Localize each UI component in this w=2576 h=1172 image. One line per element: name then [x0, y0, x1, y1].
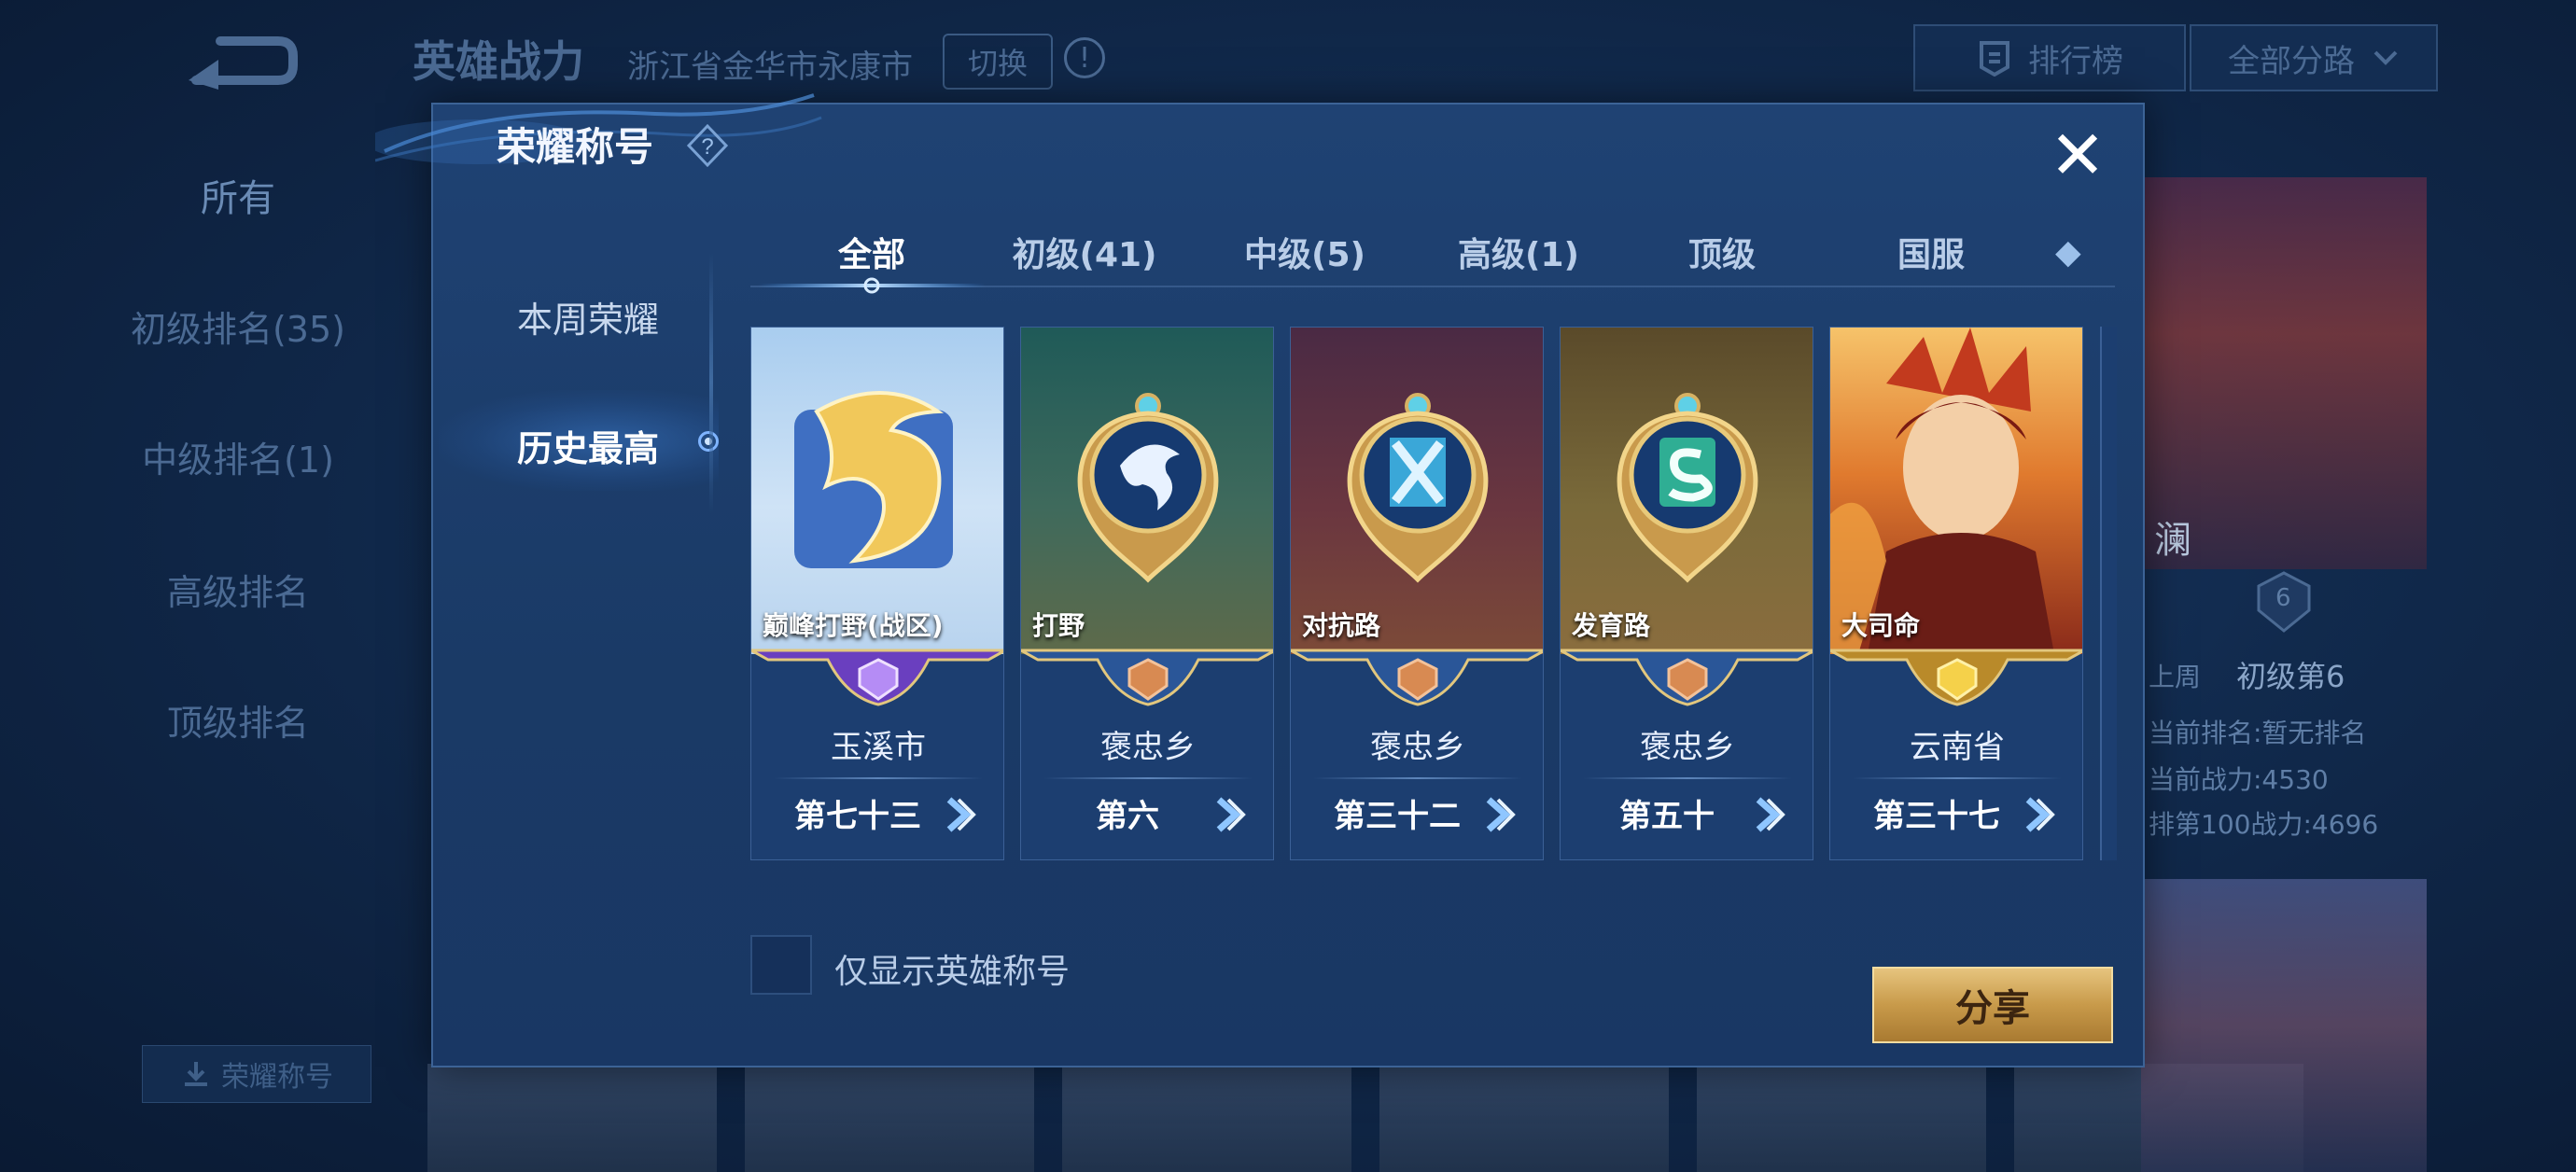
route-filter-label: 全部分路	[2228, 42, 2355, 80]
honor-card[interactable]: 大司命云南省第三十七	[1829, 327, 2083, 860]
hero-card-thumb[interactable]	[1379, 1064, 1669, 1172]
card-region: 褒忠乡	[1100, 729, 1196, 766]
card-rank: 第六	[1096, 798, 1159, 835]
hero-card-thumb[interactable]	[1062, 1064, 1351, 1172]
card-region: 褒忠乡	[1640, 729, 1735, 766]
tier-banner	[751, 649, 1003, 706]
tier-banner	[1291, 649, 1543, 706]
sidebar-item-top-rank[interactable]: 顶级排名	[0, 694, 476, 746]
sidebar-item-junior-rank[interactable]: 初级排名(35)	[0, 300, 476, 352]
card-banner	[1291, 647, 1543, 712]
card-divider	[774, 777, 983, 779]
side-tab-weekly[interactable]: 本周荣耀	[467, 291, 709, 342]
current-power-text: 当前战力:4530	[2149, 764, 2329, 795]
rank-badge-number: 6	[2275, 584, 2291, 612]
chevron-down-icon	[2373, 50, 2398, 65]
card-title: 对抗路	[1302, 610, 1381, 641]
sidebar-item-middle-rank[interactable]: 中级排名(1)	[0, 431, 476, 482]
tier-banner	[1021, 649, 1273, 706]
page-title: 英雄战力	[413, 36, 584, 87]
help-icon[interactable]: ?	[685, 123, 730, 168]
close-button[interactable]: ✕	[2044, 121, 2111, 188]
tab-top[interactable]: 顶级	[1661, 215, 1783, 289]
hero-card-row	[427, 1064, 2425, 1172]
tab-more[interactable]: ◆	[2055, 215, 2115, 289]
leaderboard-button[interactable]: 排行榜	[1913, 24, 2186, 91]
honor-card[interactable]: 发育路褒忠乡第五十	[1560, 327, 1813, 860]
card-rank: 第七十三	[794, 798, 921, 835]
modal-title: 荣耀称号	[497, 124, 654, 170]
card-banner	[1561, 647, 1813, 712]
side-divider	[709, 252, 713, 513]
honor-card[interactable]: 打野褒忠乡第六	[1020, 327, 1274, 860]
close-icon: ✕	[2049, 116, 2107, 194]
current-rank-text: 当前排名:暂无排名	[2149, 718, 2367, 748]
hero-card-thumb[interactable]	[1697, 1064, 1986, 1172]
leaderboard-label: 排行榜	[2028, 42, 2123, 80]
route-filter-dropdown[interactable]: 全部分路	[2190, 24, 2438, 91]
active-tab-indicator	[758, 277, 986, 294]
tab-middle[interactable]: 中级(5)	[1221, 215, 1389, 289]
chevron-right-icon[interactable]	[942, 794, 979, 835]
hero-card-limited[interactable]	[2141, 879, 2427, 1172]
hero-title-only-checkbox[interactable]	[750, 935, 812, 995]
card-title: 巅峰打野(战区)	[763, 610, 944, 641]
card-rank: 第五十	[1619, 798, 1715, 835]
chevron-right-icon[interactable]	[2021, 794, 2058, 835]
card-divider	[1043, 777, 1253, 779]
card-title: 发育路	[1572, 610, 1651, 641]
help-glyph: ?	[701, 134, 713, 160]
tab-senior[interactable]: 高级(1)	[1430, 215, 1607, 289]
card-rank: 第三十二	[1334, 798, 1461, 835]
hero-title-only-label: 仅显示英雄称号	[834, 953, 1071, 991]
tier-banner	[1561, 649, 1813, 706]
side-tab-active-dot	[698, 431, 719, 452]
card-divider	[1853, 777, 2062, 779]
hero-card-thumb[interactable]	[427, 1064, 717, 1172]
last-week-label: 上周	[2149, 662, 2202, 692]
card-divider	[1583, 777, 1792, 779]
hero-card-thumb[interactable]	[745, 1064, 1034, 1172]
card-region: 云南省	[1910, 729, 2005, 766]
share-button[interactable]: 分享	[1872, 967, 2113, 1043]
back-arrow-icon[interactable]	[177, 28, 299, 93]
card-divider	[1313, 777, 1522, 779]
honor-card-partial[interactable]	[2100, 327, 2117, 860]
tab-junior[interactable]: 初级(41)	[982, 215, 1187, 289]
chevron-right-icon[interactable]	[1751, 794, 1788, 835]
honor-title-button-label: 荣耀称号	[221, 1061, 333, 1094]
honor-title-button[interactable]: 荣耀称号	[142, 1045, 371, 1103]
chevron-right-icon[interactable]	[1481, 794, 1519, 835]
download-icon	[185, 1062, 207, 1086]
last-week-value: 初级第6	[2236, 659, 2345, 694]
card-title: 大司命	[1841, 610, 1921, 641]
honor-card[interactable]: 巅峰打野(战区) 玉溪市第七十三	[750, 327, 1004, 860]
sidebar-item-senior-rank[interactable]: 高级排名	[0, 564, 476, 615]
card-title: 打野	[1032, 610, 1085, 641]
hero-name: 澜	[2154, 519, 2191, 562]
side-tab-history-best[interactable]: 历史最高	[467, 420, 709, 471]
card-banner	[1830, 647, 2082, 712]
card-rank: 第三十七	[1873, 798, 2000, 835]
sidebar-item-all[interactable]: 所有	[0, 168, 476, 222]
card-banner	[751, 647, 1003, 712]
leaderboard-icon	[1980, 41, 2009, 77]
tier-banner	[1830, 649, 2082, 706]
card-banner	[1021, 647, 1273, 712]
info-icon[interactable]: !	[1064, 37, 1105, 78]
chevron-right-icon[interactable]	[1211, 794, 1249, 835]
switch-location-button[interactable]: 切换	[943, 34, 1053, 90]
honor-card[interactable]: 对抗路褒忠乡第三十二	[1290, 327, 1544, 860]
location-label: 浙江省金华市永康市	[627, 49, 913, 86]
top100-power-text: 排第100战力:4696	[2149, 809, 2379, 840]
card-region: 玉溪市	[831, 729, 926, 766]
card-region: 褒忠乡	[1370, 729, 1465, 766]
tab-national[interactable]: 国服	[1870, 215, 1992, 289]
